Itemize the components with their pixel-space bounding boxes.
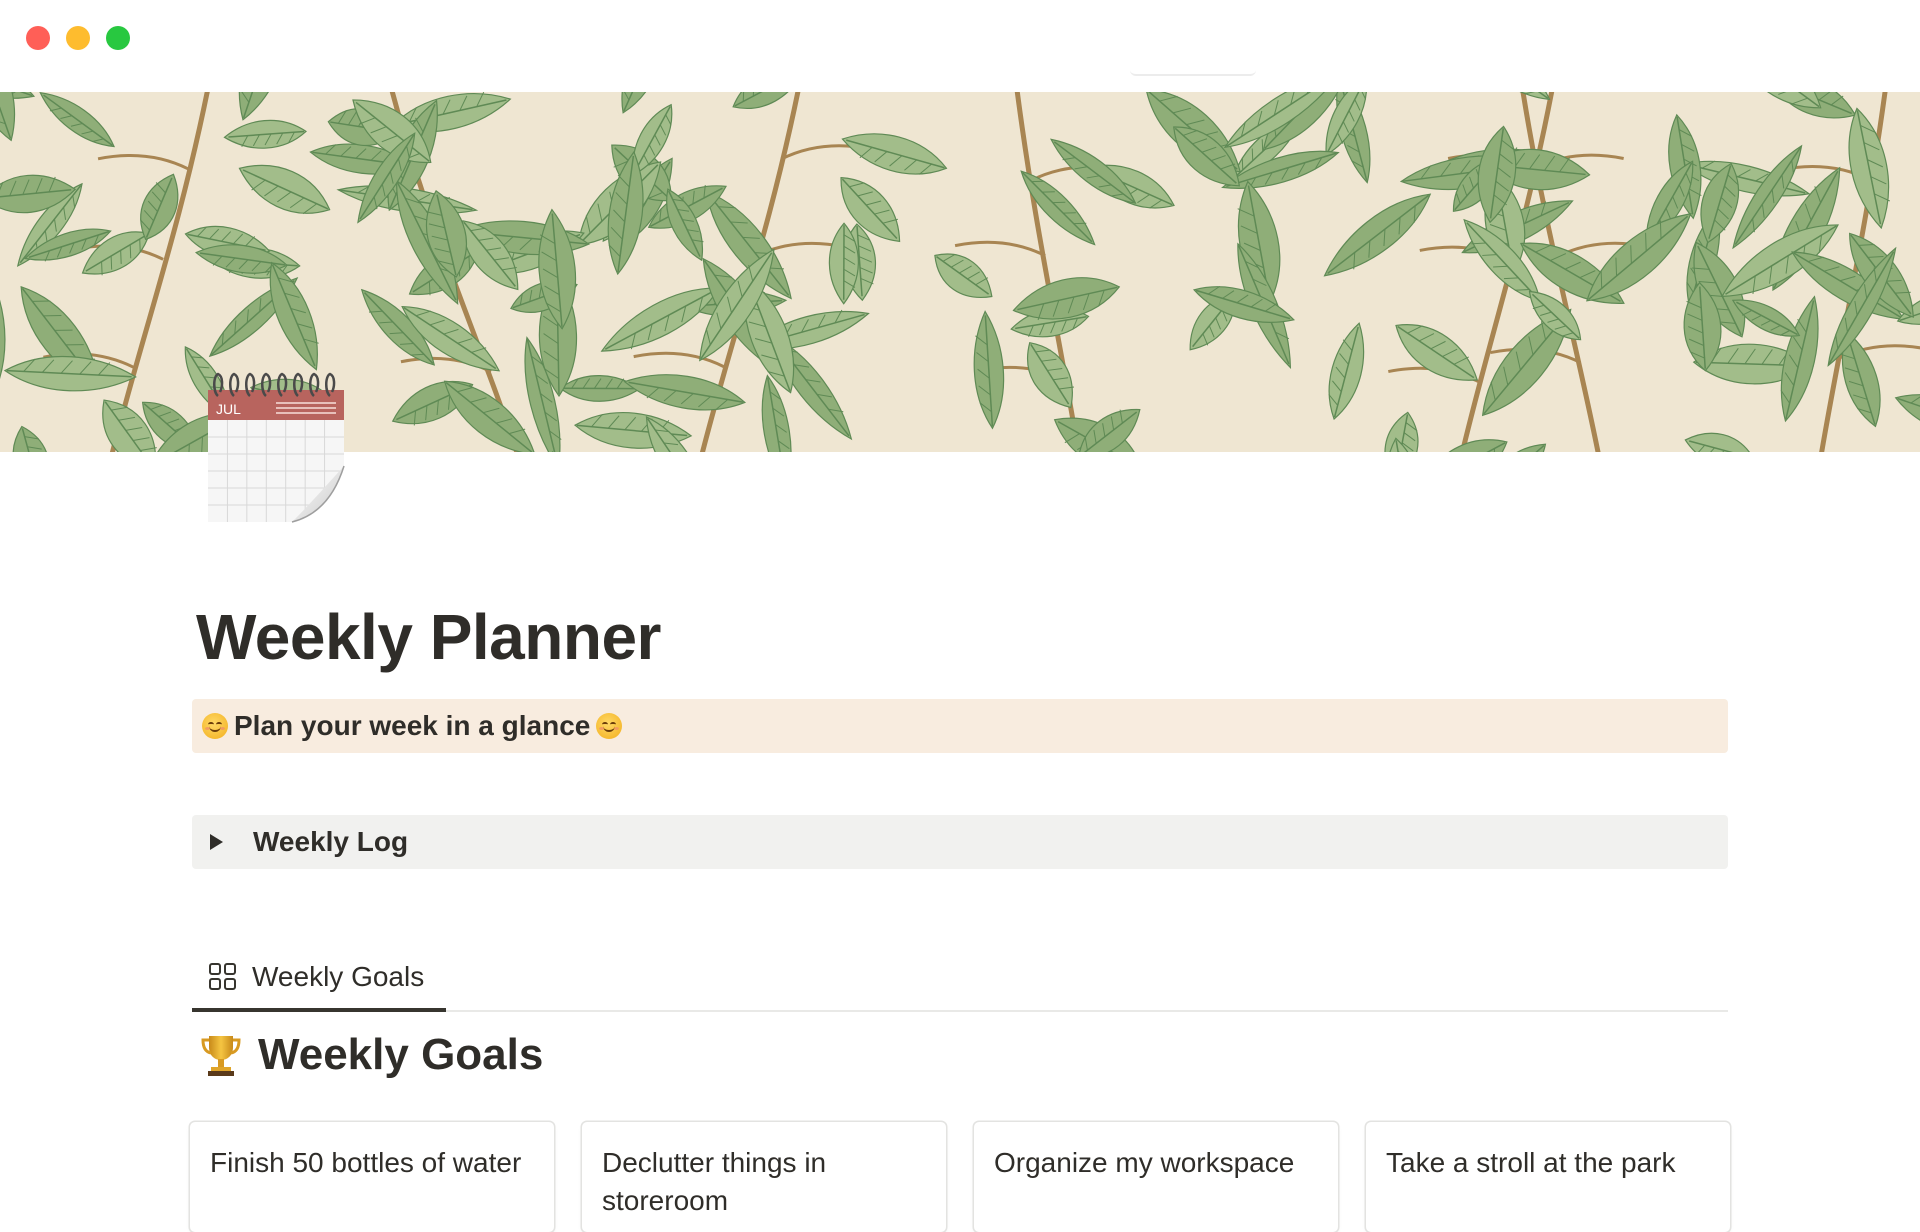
zoom-window-button[interactable] [106, 26, 130, 50]
card-title: Declutter things in storeroom [602, 1147, 827, 1216]
gallery-grid-icon [208, 962, 238, 992]
database-title-text: Weekly Goals [258, 1030, 544, 1079]
weekly-log-toggle[interactable]: Weekly Log [192, 815, 1728, 869]
toggle-triangle-icon[interactable] [210, 834, 223, 850]
card-title: Take a stroll at the park [1386, 1147, 1676, 1178]
close-window-button[interactable] [26, 26, 50, 50]
smiling-face-icon [202, 713, 228, 739]
page-title[interactable]: Weekly Planner [196, 600, 661, 674]
gallery-card[interactable]: Take a stroll at the park [1366, 1122, 1730, 1232]
tab-label: Weekly Goals [252, 961, 425, 992]
window-titlebar [0, 0, 1920, 92]
card-title: Finish 50 bottles of water [210, 1147, 522, 1178]
card-title: Organize my workspace [994, 1147, 1295, 1178]
gallery-card[interactable]: Declutter things in storeroom [582, 1122, 946, 1232]
topbar-tab-hint [1130, 70, 1256, 76]
gallery-card[interactable]: Organize my workspace [974, 1122, 1338, 1232]
callout-text: Plan your week in a glance [234, 710, 591, 741]
tab-weekly-goals[interactable]: Weekly Goals [192, 946, 446, 1012]
gallery-cards: Finish 50 bottles of water Declutter thi… [190, 1122, 1730, 1232]
gallery-card[interactable]: Finish 50 bottles of water [190, 1122, 554, 1232]
minimize-window-button[interactable] [66, 26, 90, 50]
calendar-month-label: JUL [216, 401, 241, 417]
callout-block[interactable]: Plan your week in a glance [192, 699, 1728, 753]
toggle-label: Weekly Log [253, 826, 409, 857]
smiling-face-icon [596, 713, 623, 739]
calendar-icon[interactable]: JUL [206, 366, 346, 524]
database-title[interactable]: Weekly Goals [200, 1030, 543, 1080]
database-view-tabs: Weekly Goals [192, 946, 1728, 1012]
trophy-icon [201, 1036, 241, 1076]
